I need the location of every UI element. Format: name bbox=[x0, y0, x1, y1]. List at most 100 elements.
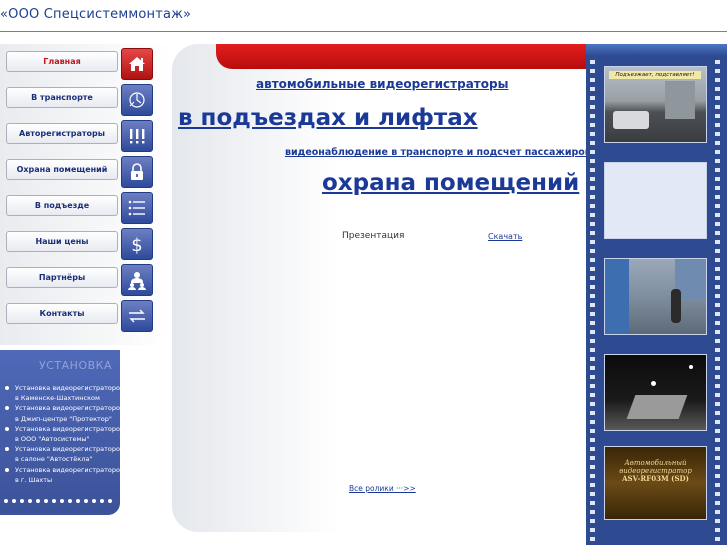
film-perforation bbox=[715, 186, 720, 190]
film-perforation bbox=[590, 492, 595, 496]
nav-item-partners[interactable]: Партнёры bbox=[0, 264, 160, 296]
header-divider bbox=[0, 31, 727, 32]
nav-button-entrance[interactable]: В подъезде bbox=[6, 195, 118, 216]
film-perforation bbox=[590, 438, 595, 442]
film-perforation bbox=[590, 474, 595, 478]
film-perforation bbox=[715, 456, 720, 460]
film-perforation bbox=[715, 168, 720, 172]
nav-item-home[interactable]: Главная bbox=[0, 48, 160, 80]
home-icon[interactable] bbox=[121, 48, 153, 80]
film-perforation bbox=[590, 357, 595, 361]
red-header-band bbox=[216, 44, 586, 69]
film-perforation bbox=[590, 204, 595, 208]
film-perforation bbox=[590, 366, 595, 370]
film-perforation bbox=[715, 267, 720, 271]
arrows-icon[interactable] bbox=[121, 300, 153, 332]
nav-button-prices[interactable]: Наши цены bbox=[6, 231, 118, 252]
nav-item-recorders[interactable]: Авторегистраторы bbox=[0, 120, 160, 152]
exclamation-icon[interactable] bbox=[121, 120, 153, 152]
list-icon[interactable] bbox=[121, 192, 153, 224]
nav-button-recorders[interactable]: Авторегистраторы bbox=[6, 123, 118, 144]
film-perforation bbox=[715, 159, 720, 163]
film-perforation bbox=[715, 303, 720, 307]
film-perforation bbox=[590, 267, 595, 271]
nav-item-transport[interactable]: В транспорте bbox=[0, 84, 160, 116]
film-perforation bbox=[715, 483, 720, 487]
nav-button-contacts[interactable]: Контакты bbox=[6, 303, 118, 324]
film-perforation bbox=[715, 222, 720, 226]
film-perforation bbox=[590, 528, 595, 532]
film-perforation bbox=[590, 114, 595, 118]
film-perforation bbox=[715, 276, 720, 280]
film-perforation bbox=[715, 285, 720, 289]
film-perforation bbox=[715, 249, 720, 253]
bus-icon[interactable] bbox=[121, 84, 153, 116]
nav-button-premises[interactable]: Охрана помещений bbox=[6, 159, 118, 180]
nav-item-prices[interactable]: Наши цены $ bbox=[0, 228, 160, 260]
film-perforation bbox=[715, 105, 720, 109]
film-perforation bbox=[715, 384, 720, 388]
film-perforation bbox=[715, 438, 720, 442]
dollar-icon[interactable]: $ bbox=[121, 228, 153, 260]
film-perforation bbox=[715, 501, 720, 505]
nav-button-transport[interactable]: В транспорте bbox=[6, 87, 118, 108]
film-perforation bbox=[715, 204, 720, 208]
bullet-icon bbox=[5, 447, 9, 452]
film-perforation bbox=[590, 402, 595, 406]
download-link[interactable]: Скачать bbox=[488, 232, 522, 241]
film-perforation bbox=[590, 519, 595, 523]
film-perforation bbox=[715, 60, 720, 64]
video-thumbnail[interactable] bbox=[604, 354, 707, 431]
nav-button-home[interactable]: Главная bbox=[6, 51, 118, 72]
people-icon[interactable] bbox=[121, 264, 153, 296]
film-perforation bbox=[715, 465, 720, 469]
link-transport-surveillance[interactable]: видеонаблюдение в транспорте и подсчет п… bbox=[285, 147, 591, 158]
film-perforation bbox=[715, 339, 720, 343]
film-perforation bbox=[590, 420, 595, 424]
film-perforation bbox=[715, 411, 720, 415]
video-thumbnail[interactable] bbox=[604, 258, 707, 335]
install-item[interactable]: Установка видеорегистраторов в ООО "Автос… bbox=[4, 424, 120, 444]
film-perforation bbox=[590, 186, 595, 190]
site-title: «ООО Спецсистеммонтаж» bbox=[0, 7, 192, 22]
film-perforation bbox=[715, 528, 720, 532]
link-premises-security[interactable]: охрана помещений bbox=[322, 170, 579, 196]
install-item[interactable]: Установка видеорегистраторов в Джип-центр… bbox=[4, 403, 120, 423]
film-perforation bbox=[715, 96, 720, 100]
video-thumbnail-product[interactable]: Автомобильный видеорегистратор ASV-RF03M… bbox=[604, 446, 707, 520]
bullet-icon bbox=[5, 386, 9, 390]
nav-item-premises[interactable]: Охрана помещений bbox=[0, 156, 160, 188]
film-perforation bbox=[590, 456, 595, 460]
film-perforation bbox=[590, 177, 595, 181]
film-perforation bbox=[715, 447, 720, 451]
all-videos-link[interactable]: Все ролики ···>> bbox=[349, 484, 416, 493]
install-list: Установка видеорегистраторов в Каменске-Ш… bbox=[4, 383, 120, 485]
film-perforation bbox=[590, 321, 595, 325]
sidebar-nav: Главная В транспорте Авторегистраторы Ох… bbox=[0, 44, 170, 345]
film-perforation bbox=[590, 96, 595, 100]
nav-item-entrance[interactable]: В подъезде bbox=[0, 192, 160, 224]
lock-icon[interactable] bbox=[121, 156, 153, 188]
film-perforation bbox=[715, 312, 720, 316]
film-perforation bbox=[715, 537, 720, 541]
install-item[interactable]: Установка видеорегистраторов в г. Шахты bbox=[4, 465, 120, 485]
film-perforation bbox=[715, 258, 720, 262]
install-item[interactable]: Установка видеорегистраторов в салоне "Ав… bbox=[4, 444, 120, 464]
video-thumbnail[interactable]: Подъезжает, подставляет! bbox=[604, 66, 707, 143]
product-line1: Автомобильный bbox=[624, 459, 687, 467]
link-entrances-lifts[interactable]: в подъездах и лифтах bbox=[178, 105, 478, 131]
product-model: ASV-RF03M (SD) bbox=[622, 474, 689, 483]
film-perforation bbox=[590, 159, 595, 163]
film-perforation bbox=[590, 483, 595, 487]
film-perforation bbox=[715, 402, 720, 406]
nav-item-contacts[interactable]: Контакты bbox=[0, 300, 160, 332]
nav-button-partners[interactable]: Партнёры bbox=[6, 267, 118, 288]
link-car-recorders[interactable]: автомобильные видеорегистраторы bbox=[256, 77, 508, 91]
film-perforation bbox=[715, 420, 720, 424]
install-item[interactable]: Установка видеорегистраторов в Каменске-Ш… bbox=[4, 383, 120, 403]
bullet-icon bbox=[5, 406, 9, 411]
film-perforation bbox=[715, 78, 720, 82]
film-perforation bbox=[715, 357, 720, 361]
video-thumbnail-blank[interactable] bbox=[604, 162, 707, 239]
film-perforation bbox=[590, 429, 595, 433]
